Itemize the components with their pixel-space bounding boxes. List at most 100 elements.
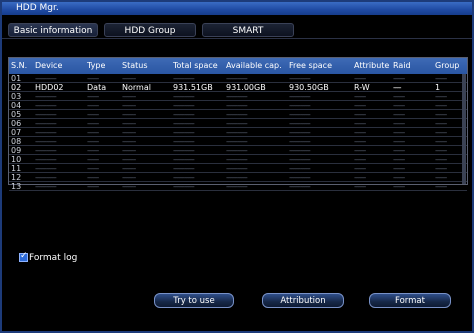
table-row[interactable]: 03 ----------- ------ ------- ----------- ---… [9, 92, 467, 101]
table-cell: ------ [354, 92, 366, 101]
table-cell: ----------- [173, 74, 195, 83]
table-cell: ------ [87, 119, 99, 128]
table-cell: 1 [435, 83, 441, 92]
table-cell: ------ [435, 101, 447, 110]
try-to-use-button[interactable]: Try to use [154, 293, 234, 308]
table-cell: ------ [87, 164, 99, 173]
table-cell: ----------- [289, 146, 311, 155]
table-cell: Normal [122, 83, 151, 92]
hdd-table: S.N. Device Type Status Total space Available… [8, 57, 468, 191]
table-cell: ------ [393, 173, 405, 182]
table-cell: ----------- [289, 182, 311, 191]
table-cell: 931.51GB [173, 83, 213, 92]
table-cell: ----------- [289, 92, 311, 101]
table-cell: ----------- [173, 110, 195, 119]
table-cell: 12 [11, 173, 22, 182]
table-cell: ----------- [35, 92, 57, 101]
table-cell: 13 [11, 182, 22, 191]
table-cell: 05 [11, 110, 22, 119]
table-cell: ----------- [173, 101, 195, 110]
table-cell: R-W [354, 83, 370, 92]
table-cell: ------ [393, 74, 405, 83]
table-cell: ----------- [289, 173, 311, 182]
table-row[interactable]: 04 ----------- ------ ------- ----------- ---… [9, 101, 467, 110]
table-row[interactable]: 12 ----------- ------ ------- ----------- ---… [9, 173, 467, 182]
table-cell: ------- [122, 182, 136, 191]
table-cell: ------- [122, 92, 136, 101]
hdd-manager-window: HDD Mgr. Basic information HDD Group SMA… [0, 0, 474, 333]
table-cell: ----------- [35, 119, 57, 128]
table-cell: ------ [87, 173, 99, 182]
table-row[interactable]: 08 ----------- ------ ------- ----------- ---… [9, 137, 467, 146]
table-cell: ------- [122, 101, 136, 110]
table-cell: ------ [354, 101, 366, 110]
format-button[interactable]: Format [369, 293, 451, 308]
table-row[interactable]: 10 ----------- ------ ------- ----------- ---… [9, 155, 467, 164]
table-row[interactable]: 06 ----------- ------ ------- ----------- ---… [9, 119, 467, 128]
attribution-button[interactable]: Attribution [262, 293, 344, 308]
table-cell: ------ [435, 182, 447, 191]
table-cell: ----------- [35, 164, 57, 173]
table-cell: ------ [393, 155, 405, 164]
table-row[interactable]: 13 ----------- ------ ------- ----------- ---… [9, 182, 467, 191]
table-cell: ----------- [35, 74, 57, 83]
table-cell: ----------- [173, 173, 195, 182]
table-cell: ----------- [226, 173, 248, 182]
format-log-checkbox[interactable]: ✓ [19, 251, 28, 262]
table-cell: ------ [393, 146, 405, 155]
table-row[interactable]: 02 HDD02 Data Normal 931.51GB 931.00GB 930.50G… [9, 83, 467, 92]
table-header: S.N. Device Type Status Total space Available… [9, 58, 467, 74]
tab-smart[interactable]: SMART [202, 23, 294, 37]
table-row[interactable]: 09 ----------- ------ ------- ----------- ---… [9, 146, 467, 155]
table-cell: ----------- [289, 74, 311, 83]
table-cell: ----------- [173, 137, 195, 146]
table-cell: ----------- [226, 74, 248, 83]
table-cell: ----------- [173, 155, 195, 164]
table-cell: ------ [354, 146, 366, 155]
table-cell: ----------- [226, 137, 248, 146]
table-cell: ------- [122, 119, 136, 128]
table-cell: ----------- [289, 164, 311, 173]
table-cell: ------ [393, 164, 405, 173]
table-cell: 11 [11, 164, 22, 173]
table-cell: ----------- [226, 146, 248, 155]
table-cell: ------ [435, 173, 447, 182]
table-cell: ------ [435, 74, 447, 83]
table-cell: 09 [11, 146, 22, 155]
table-cell: ------ [435, 128, 447, 137]
table-scrollbar[interactable] [462, 74, 466, 184]
table-cell: ----------- [173, 146, 195, 155]
table-cell: ------ [87, 155, 99, 164]
table-cell: 930.50GB [289, 83, 329, 92]
table-cell: ----------- [173, 164, 195, 173]
table-cell: ------ [393, 182, 405, 191]
table-cell: ------- [122, 173, 136, 182]
table-row[interactable]: 01 ----------- ------ ------- ----------- ---… [9, 74, 467, 83]
table-cell: 02 [11, 83, 22, 92]
table-cell: ------ [435, 119, 447, 128]
table-cell: 10 [11, 155, 22, 164]
table-cell: ------ [435, 92, 447, 101]
table-cell: ----------- [226, 182, 248, 191]
table-cell: ------ [87, 182, 99, 191]
column-header: Status [122, 61, 148, 70]
window-title: HDD Mgr. [16, 3, 59, 13]
table-cell: ----------- [289, 119, 311, 128]
table-cell: ------ [87, 137, 99, 146]
table-row[interactable]: 07 ----------- ------ ------- ----------- ---… [9, 128, 467, 137]
table-cell: ------ [87, 74, 99, 83]
table-cell: ------ [87, 92, 99, 101]
table-cell: ------ [354, 164, 366, 173]
table-cell: ----------- [226, 101, 248, 110]
table-row[interactable]: 05 ----------- ------ ------- ----------- ---… [9, 110, 467, 119]
table-cell: ----------- [226, 92, 248, 101]
tab-hdd-group[interactable]: HDD Group [104, 23, 196, 37]
tab-basic-information[interactable]: Basic information [8, 23, 98, 37]
table-row[interactable]: 11 ----------- ------ ------- ----------- ---… [9, 164, 467, 173]
table-cell: ----------- [35, 137, 57, 146]
table-cell: ------- [122, 128, 136, 137]
table-cell: ---- [393, 83, 401, 92]
scrollbar-thumb[interactable] [462, 74, 466, 184]
table-cell: ------ [435, 110, 447, 119]
table-cell: 08 [11, 137, 22, 146]
